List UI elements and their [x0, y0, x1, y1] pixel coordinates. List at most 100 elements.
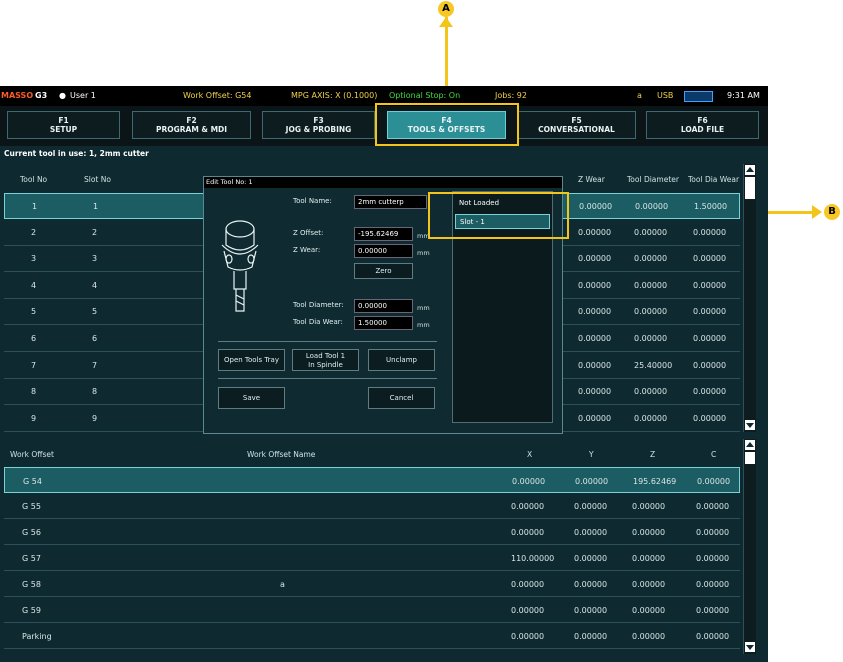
scroll-down-button[interactable]	[745, 420, 755, 430]
f5-conversational-button[interactable]: F5 CONVERSATIONAL	[517, 111, 636, 139]
cell-z-wear: 0.00000	[578, 227, 612, 237]
fkey-key: F1	[58, 116, 69, 125]
table-row[interactable]: G 55 0.00000 0.00000 0.00000 0.00000	[4, 493, 740, 519]
cell-tool-no: 9	[31, 413, 37, 423]
tool-name-input[interactable]: 2mm cutterp	[354, 195, 427, 209]
cell-z-wear: 0.00000	[578, 387, 612, 397]
load-tool-in-spindle-button[interactable]: Load Tool 1 In Spindle	[292, 349, 359, 371]
fkey-label: LOAD FILE	[680, 125, 725, 134]
cell-y: 0.00000	[574, 606, 608, 615]
cell-work-offset: G 56	[22, 528, 41, 537]
cell-x: 0.00000	[511, 580, 545, 589]
offset-header-row	[4, 439, 740, 468]
header-z-wear: Z Wear	[578, 175, 605, 184]
cell-tool-dia-wear: 0.00000	[693, 227, 727, 237]
keyboard-icon[interactable]	[684, 91, 713, 102]
scroll-thumb[interactable]	[745, 452, 755, 464]
cell-work-offset-name: a	[280, 580, 285, 589]
cell-work-offset: Parking	[22, 632, 52, 641]
callout-a-badge: A	[438, 1, 454, 17]
cell-y: 0.00000	[575, 477, 609, 486]
f3-jog-probing-button[interactable]: F3 JOG & PROBING	[262, 111, 375, 139]
fkey-key: F6	[697, 116, 708, 125]
tool-dia-wear-input[interactable]: 1.50000	[354, 316, 413, 330]
f2-program-mdi-button[interactable]: F2 PROGRAM & MDI	[132, 111, 251, 139]
offset-table-scrollbar[interactable]	[743, 439, 756, 654]
cell-y: 0.00000	[574, 502, 608, 511]
table-row[interactable]: G 59 0.00000 0.00000 0.00000 0.00000	[4, 597, 740, 623]
cancel-button[interactable]: Cancel	[368, 387, 435, 409]
callout-b-badge: B	[824, 204, 840, 220]
usb-status: USB	[657, 91, 674, 100]
cell-z-wear: 0.00000	[579, 202, 613, 211]
cell-tool-no: 2	[31, 227, 37, 237]
cell-work-offset: G 59	[22, 606, 41, 615]
table-row[interactable]: Parking 0.00000 0.00000 0.00000 0.00000	[4, 623, 740, 649]
tool-diameter-unit: mm	[417, 304, 430, 312]
cell-z: 0.00000	[632, 580, 666, 589]
cell-y: 0.00000	[574, 632, 608, 641]
header-tool-dia-wear: Tool Dia Wear	[688, 175, 740, 184]
scroll-up-button[interactable]	[745, 165, 755, 175]
header-work-offset: Work Offset	[10, 450, 54, 459]
cell-tool-no: 6	[31, 334, 37, 343]
mpg-axis-status: MPG AXIS: X (0.1000)	[291, 91, 378, 100]
open-tools-tray-button[interactable]: Open Tools Tray	[218, 349, 285, 371]
cell-z-wear: 0.00000	[578, 334, 612, 343]
f6-load-file-button[interactable]: F6 LOAD FILE	[646, 111, 759, 139]
fkey-key: F3	[313, 116, 324, 125]
cell-tool-no: 7	[31, 360, 37, 370]
work-offset-status: Work Offset: G54	[183, 91, 252, 100]
cell-tool-diameter: 0.00000	[634, 334, 668, 343]
table-row[interactable]: G 57 110.00000 0.00000 0.00000 0.00000	[4, 545, 740, 571]
zero-button[interactable]: Zero	[354, 263, 413, 279]
callout-b-arrowhead	[812, 205, 822, 219]
tool-diameter-input[interactable]: 0.00000	[354, 299, 413, 313]
tool-name-label: Tool Name:	[293, 197, 332, 205]
scroll-up-button[interactable]	[745, 440, 755, 450]
cell-tool-no: 4	[31, 280, 37, 290]
a-status: a	[637, 91, 642, 100]
fkey-key: F2	[186, 116, 197, 125]
cell-x: 0.00000	[511, 632, 545, 641]
cell-tool-no: 1	[32, 202, 38, 211]
cell-slot-no: 3	[92, 254, 98, 264]
brand-label: MASSO	[1, 91, 34, 100]
fkey-label: PROGRAM & MDI	[155, 125, 228, 134]
z-wear-input[interactable]: 0.00000	[354, 244, 413, 258]
cell-y: 0.00000	[574, 554, 608, 563]
cell-tool-dia-wear: 0.00000	[693, 280, 727, 290]
cell-tool-diameter: 25.40000	[634, 360, 673, 370]
table-row[interactable]: G 58 a 0.00000 0.00000 0.00000 0.00000	[4, 571, 740, 597]
cell-c: 0.00000	[696, 580, 730, 589]
cell-z: 195.62469	[633, 477, 677, 486]
scroll-thumb[interactable]	[745, 177, 755, 199]
cell-work-offset: G 55	[22, 502, 41, 511]
f1-setup-button[interactable]: F1 SETUP	[7, 111, 120, 139]
user-label: User 1	[70, 91, 96, 100]
cell-c: 0.00000	[696, 606, 730, 615]
cell-tool-no: 3	[31, 254, 37, 264]
tool-table-scrollbar[interactable]	[743, 164, 756, 432]
cell-tool-diameter: 0.00000	[634, 280, 668, 290]
table-row[interactable]: G 54 0.00000 0.00000 195.62469 0.00000	[4, 467, 740, 493]
cell-x: 0.00000	[512, 477, 546, 486]
z-offset-input[interactable]: -195.62469	[354, 227, 413, 241]
cell-c: 0.00000	[696, 502, 730, 511]
scroll-down-button[interactable]	[745, 642, 755, 652]
unclamp-button[interactable]: Unclamp	[368, 349, 435, 371]
save-button[interactable]: Save	[218, 387, 285, 409]
header-tool-no: Tool No	[20, 175, 48, 184]
cell-tool-diameter: 0.00000	[634, 254, 668, 264]
cell-z-wear: 0.00000	[578, 360, 612, 370]
cell-slot-no: 6	[92, 334, 98, 343]
fkey-label: JOG & PROBING	[285, 125, 352, 134]
header-work-offset-name: Work Offset Name	[247, 450, 316, 459]
dialog-divider	[218, 378, 437, 379]
header-slot-no: Slot No	[84, 175, 111, 184]
cell-z: 0.00000	[632, 502, 666, 511]
cell-tool-dia-wear: 0.00000	[693, 254, 727, 264]
cell-slot-no: 4	[92, 280, 98, 290]
z-wear-label: Z Wear:	[293, 246, 321, 254]
table-row[interactable]: G 56 0.00000 0.00000 0.00000 0.00000	[4, 519, 740, 545]
